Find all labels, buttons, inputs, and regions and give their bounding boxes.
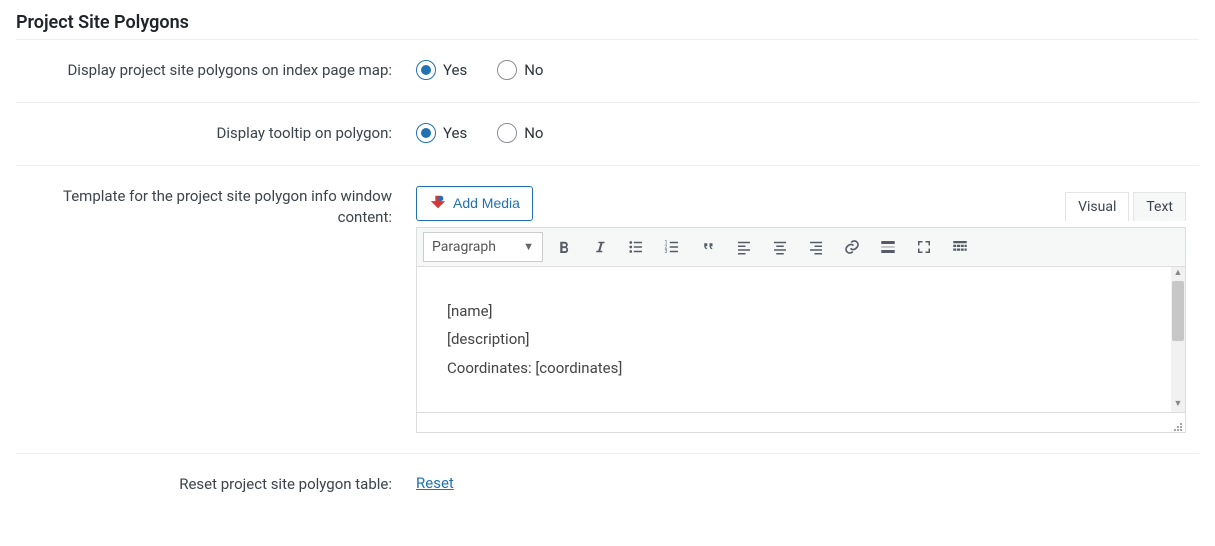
bold-icon[interactable] [549, 232, 579, 262]
label-display-tooltip: Display tooltip on polygon: [16, 123, 416, 145]
section-title: Project Site Polygons [16, 12, 1199, 33]
format-selector-label: Paragraph [432, 239, 496, 255]
link-icon[interactable] [837, 232, 867, 262]
format-selector[interactable]: Paragraph ▼ [423, 232, 543, 262]
italic-icon[interactable] [585, 232, 615, 262]
reset-link[interactable]: Reset [416, 474, 454, 492]
row-display-tooltip: Display tooltip on polygon: Yes No [16, 103, 1199, 166]
toolbar-toggle-icon[interactable] [945, 232, 975, 262]
resize-handle-icon[interactable] [1173, 420, 1183, 430]
radio-label-yes: Yes [443, 61, 467, 79]
radio-yes-display-tooltip[interactable]: Yes [416, 123, 467, 143]
align-left-icon[interactable] [729, 232, 759, 262]
editor-line: [name] [447, 297, 1155, 326]
editor-line: Coordinates: [coordinates] [447, 354, 1155, 383]
label-reset: Reset project site polygon table: [16, 474, 416, 496]
numbered-list-icon[interactable]: 123 [657, 232, 687, 262]
row-display-on-index: Display project site polygons on index p… [16, 40, 1199, 103]
read-more-icon[interactable] [873, 232, 903, 262]
blockquote-icon[interactable] [693, 232, 723, 262]
radio-label-yes: Yes [443, 124, 467, 142]
label-template: Template for the project site polygon in… [16, 186, 416, 230]
scrollbar-track[interactable]: ▲ ▼ [1171, 267, 1185, 413]
add-media-label: Add Media [453, 195, 520, 211]
editor-statusbar [416, 413, 1186, 433]
radio-yes-display-on-index[interactable]: Yes [416, 60, 467, 80]
editor-line: [description] [447, 325, 1155, 354]
scroll-down-icon[interactable]: ▼ [1171, 398, 1185, 412]
scrollbar-thumb[interactable] [1172, 281, 1184, 341]
bullet-list-icon[interactable] [621, 232, 651, 262]
add-media-button[interactable]: Add Media [416, 186, 533, 221]
radio-group-display-tooltip: Yes No [416, 123, 1199, 143]
fullscreen-icon[interactable] [909, 232, 939, 262]
caret-down-icon: ▼ [523, 240, 534, 253]
label-display-on-index: Display project site polygons on index p… [16, 60, 416, 82]
radio-no-display-tooltip[interactable]: No [497, 123, 543, 143]
tab-visual[interactable]: Visual [1065, 192, 1129, 221]
editor-toolbar: Paragraph ▼ 123 [416, 227, 1186, 267]
editor-tabs: Visual Text [1065, 192, 1186, 221]
radio-no-display-on-index[interactable]: No [497, 60, 543, 80]
radio-input-no-tooltip[interactable] [497, 123, 517, 143]
align-right-icon[interactable] [801, 232, 831, 262]
tab-text[interactable]: Text [1133, 192, 1186, 221]
radio-label-no: No [524, 61, 543, 79]
row-template: Template for the project site polygon in… [16, 166, 1199, 455]
scroll-up-icon[interactable]: ▲ [1171, 267, 1185, 281]
radio-input-yes[interactable] [416, 60, 436, 80]
media-icon [429, 193, 447, 214]
radio-group-display-on-index: Yes No [416, 60, 1199, 80]
radio-label-no: No [524, 124, 543, 142]
editor-wrapper: Add Media Visual Text Paragraph ▼ [416, 186, 1186, 434]
radio-input-yes-tooltip[interactable] [416, 123, 436, 143]
editor-content-area[interactable]: [name] [description] Coordinates: [coord… [416, 267, 1186, 414]
radio-input-no[interactable] [497, 60, 517, 80]
row-reset: Reset project site polygon table: Reset [16, 454, 1199, 516]
align-center-icon[interactable] [765, 232, 795, 262]
svg-text:3: 3 [665, 249, 668, 255]
